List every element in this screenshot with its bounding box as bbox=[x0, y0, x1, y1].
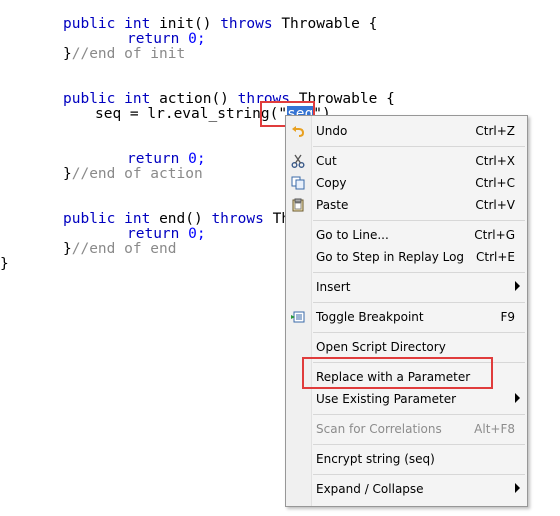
menu-item-shortcut: Ctrl+X bbox=[475, 154, 515, 168]
menu-separator bbox=[313, 272, 525, 273]
brace: } bbox=[63, 166, 72, 182]
submenu-arrow-icon bbox=[515, 483, 520, 493]
return-value: 0; bbox=[188, 151, 206, 167]
menu-item-shortcut: Ctrl+E bbox=[476, 250, 515, 264]
menu-separator bbox=[313, 302, 525, 303]
menu-item-label: Insert bbox=[316, 280, 351, 294]
keyword: int bbox=[124, 91, 151, 107]
keyword: throws bbox=[220, 16, 273, 32]
menu-item-toggle-breakpoint[interactable]: Toggle Breakpoint F9 bbox=[286, 307, 527, 329]
return-value: 0; bbox=[188, 31, 206, 47]
breakpoint-icon bbox=[291, 310, 305, 324]
method-name: action() bbox=[159, 91, 229, 107]
copy-icon bbox=[291, 176, 305, 190]
menu-item-go-to-step[interactable]: Go to Step in Replay Log Ctrl+E bbox=[286, 247, 527, 269]
action-end: }//end of action bbox=[63, 166, 203, 182]
brace: } bbox=[63, 241, 72, 257]
menu-item-label: Toggle Breakpoint bbox=[316, 310, 424, 324]
init-end: }//end of init bbox=[63, 46, 185, 62]
keyword: public bbox=[63, 16, 116, 32]
menu-item-label: Copy bbox=[316, 176, 347, 190]
clipboard-icon bbox=[291, 198, 305, 212]
menu-item-go-to-line[interactable]: Go to Line... Ctrl+G bbox=[286, 225, 527, 247]
menu-item-undo[interactable]: Undo Ctrl+Z bbox=[286, 121, 527, 143]
menu-item-label: Go to Step in Replay Log bbox=[316, 250, 465, 264]
submenu-arrow-icon bbox=[515, 393, 520, 403]
menu-separator bbox=[313, 220, 525, 221]
menu-item-insert[interactable]: Insert bbox=[286, 277, 527, 299]
menu-separator bbox=[313, 474, 525, 475]
method-name: end() bbox=[159, 211, 203, 227]
action-return: return 0; bbox=[127, 151, 206, 167]
menu-item-encrypt-string[interactable]: Encrypt string (seq) bbox=[286, 449, 527, 471]
menu-item-use-existing-parameter[interactable]: Use Existing Parameter bbox=[286, 389, 527, 411]
keyword: public bbox=[63, 211, 116, 227]
menu-item-label: Use Existing Parameter bbox=[316, 392, 457, 406]
menu-item-shortcut: Ctrl+Z bbox=[475, 124, 515, 138]
keyword: int bbox=[124, 211, 151, 227]
brace: } bbox=[63, 46, 72, 62]
annotation-highlight-menu-item bbox=[302, 357, 493, 389]
menu-item-paste[interactable]: Paste Ctrl+V bbox=[286, 195, 527, 217]
menu-item-open-script-directory[interactable]: Open Script Directory bbox=[286, 337, 527, 359]
submenu-arrow-icon bbox=[515, 281, 520, 291]
keyword: return bbox=[127, 151, 180, 167]
keyword: throws bbox=[211, 211, 264, 227]
statement-prefix: seq = lr.eval_string(" bbox=[95, 106, 288, 122]
menu-item-label: Paste bbox=[316, 198, 349, 212]
menu-item-label: Go to Line... bbox=[316, 228, 389, 242]
comment: //end of init bbox=[71, 46, 186, 62]
keyword: return bbox=[127, 226, 180, 242]
init-signature: public int init() throws Throwable { bbox=[63, 16, 377, 32]
menu-item-label: Scan for Correlations bbox=[316, 422, 442, 436]
end-end: }//end of end bbox=[63, 241, 177, 257]
comment: //end of action bbox=[71, 166, 203, 182]
undo-icon bbox=[291, 124, 305, 138]
scissors-icon bbox=[291, 154, 305, 168]
end-signature: public int end() throws Thro bbox=[63, 211, 308, 227]
exception-type: Throwable { bbox=[281, 16, 378, 32]
menu-item-cut[interactable]: Cut Ctrl+X bbox=[286, 151, 527, 173]
menu-item-label: Undo bbox=[316, 124, 348, 138]
action-signature: public int action() throws Throwable { bbox=[63, 91, 395, 107]
method-name: init() bbox=[159, 16, 212, 32]
menu-item-label: Cut bbox=[316, 154, 337, 168]
menu-item-shortcut: Ctrl+C bbox=[475, 176, 515, 190]
keyword: int bbox=[124, 16, 151, 32]
return-value: 0; bbox=[188, 226, 206, 242]
menu-item-shortcut: Ctrl+G bbox=[474, 228, 515, 242]
init-return: return 0; bbox=[127, 31, 206, 47]
menu-item-label: Expand / Collapse bbox=[316, 482, 424, 496]
class-end-brace: } bbox=[0, 256, 9, 272]
menu-item-scan-for-correlations: Scan for Correlations Alt+F8 bbox=[286, 419, 527, 441]
menu-separator bbox=[313, 444, 525, 445]
menu-item-label: Open Script Directory bbox=[316, 340, 446, 354]
context-menu: Undo Ctrl+Z Cut Ctrl+X Copy Ctrl+C Paste… bbox=[285, 115, 528, 507]
menu-item-expand-collapse[interactable]: Expand / Collapse bbox=[286, 479, 527, 501]
menu-separator bbox=[313, 414, 525, 415]
menu-separator bbox=[313, 146, 525, 147]
menu-item-shortcut: Alt+F8 bbox=[474, 422, 515, 436]
menu-item-shortcut: Ctrl+V bbox=[475, 198, 515, 212]
menu-item-label: Encrypt string (seq) bbox=[316, 452, 435, 466]
keyword: return bbox=[127, 31, 180, 47]
keyword: public bbox=[63, 91, 116, 107]
end-return: return 0; bbox=[127, 226, 206, 242]
menu-item-shortcut: F9 bbox=[500, 310, 515, 324]
comment: //end of end bbox=[71, 241, 177, 257]
menu-item-copy[interactable]: Copy Ctrl+C bbox=[286, 173, 527, 195]
menu-separator bbox=[313, 332, 525, 333]
